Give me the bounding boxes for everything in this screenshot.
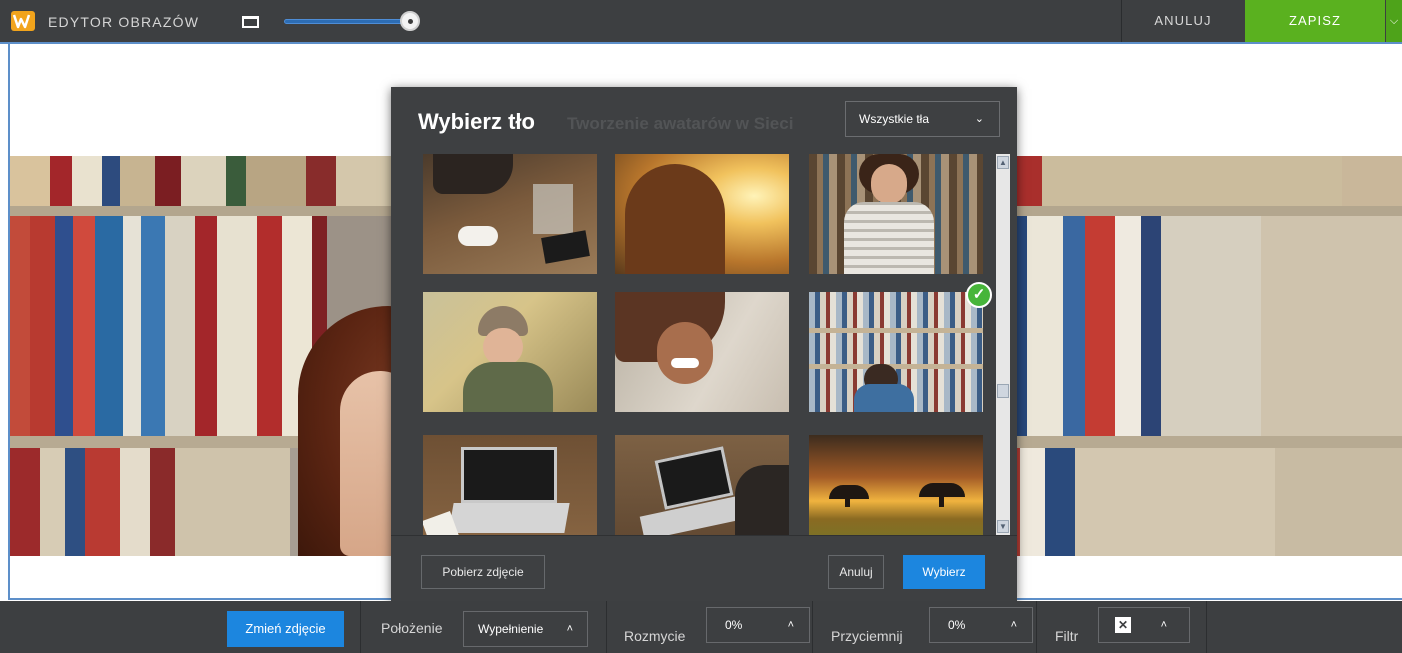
no-filter-icon: ✕ [1115, 617, 1131, 633]
cafe-table-photo[interactable] [423, 154, 597, 274]
background-category-select[interactable]: Wszystkie tła ⌄ [845, 101, 1000, 137]
zoom-slider-handle[interactable] [400, 11, 420, 31]
choose-button[interactable]: Wybierz [903, 555, 985, 589]
editor-top-bar: EDYTOR OBRAZÓW ANULUJ ZAPISZ ⌵ [0, 0, 1402, 44]
save-button[interactable]: ZAPISZ [1245, 0, 1385, 42]
image-settings-toolbar: Zmień zdjęcie Położenie Wypełnienie ˄ Ro… [0, 601, 1402, 653]
change-photo-button[interactable]: Zmień zdjęcie [227, 611, 344, 647]
laptop-desk-photo[interactable] [423, 435, 597, 535]
selected-check-icon: ✓ [966, 282, 992, 308]
sunset-field-woman-photo[interactable] [615, 154, 789, 274]
scroll-down-arrow-icon[interactable]: ▼ [997, 520, 1009, 533]
blur-stepper[interactable]: 0% ˄ [706, 607, 810, 643]
filter-select[interactable]: ✕ ˄ [1098, 607, 1190, 643]
save-options-chevron-icon[interactable]: ⌵ [1386, 0, 1402, 42]
toolbar-divider [360, 601, 361, 653]
scroll-up-arrow-icon[interactable]: ▲ [997, 156, 1009, 169]
app-title: EDYTOR OBRAZÓW [48, 14, 200, 30]
savanna-sunset-photo[interactable] [809, 435, 983, 535]
gallery-scrollbar[interactable]: ▲ ▼ [996, 154, 1010, 535]
dialog-cancel-button[interactable]: Anuluj [828, 555, 884, 589]
filter-label: Filtr [1055, 628, 1079, 644]
chevron-up-icon[interactable]: ˄ [1161, 608, 1167, 642]
position-label: Położenie [381, 620, 443, 636]
laughing-woman-hair-photo[interactable] [615, 292, 789, 412]
w-logo-icon [11, 11, 35, 31]
cancel-button[interactable]: ANULUJ [1121, 0, 1244, 42]
library-reading-photo[interactable] [809, 292, 983, 412]
blur-value: 0% [725, 618, 743, 632]
choose-background-dialog: Tworzenie awatarów w Sieci Wybierz tło W… [391, 87, 1017, 601]
typing-laptop-photo[interactable] [615, 435, 789, 535]
dialog-footer: Pobierz zdjęcie Anuluj Wybierz [391, 535, 1017, 601]
zoom-slider[interactable] [284, 19, 409, 24]
chevron-down-icon: ⌄ [974, 113, 984, 125]
toolbar-divider [1036, 601, 1037, 653]
download-photo-button[interactable]: Pobierz zdjęcie [421, 555, 545, 589]
toolbar-divider [606, 601, 607, 653]
scrollbar-thumb[interactable] [997, 384, 1009, 398]
background-category-value: Wszystkie tła [859, 112, 930, 126]
darken-label: Przyciemnij [831, 628, 903, 644]
background-caption: Tworzenie awatarów w Sieci [567, 114, 794, 133]
position-value: Wypełnienie [478, 622, 544, 636]
dialog-title: Wybierz tło [418, 109, 535, 134]
library-woman-smiling-photo[interactable] [809, 154, 983, 274]
chevron-up-icon[interactable]: ˄ [1011, 608, 1017, 642]
autumn-woman-hat-photo[interactable] [423, 292, 597, 412]
darken-value: 0% [948, 618, 966, 632]
toolbar-divider [812, 601, 813, 653]
toolbar-divider [1206, 601, 1207, 653]
blur-label: Rozmycie [624, 628, 686, 644]
crop-icon[interactable] [242, 16, 259, 28]
darken-stepper[interactable]: 0% ˄ [929, 607, 1033, 643]
background-gallery [391, 154, 1017, 535]
chevron-up-icon: ˄ [566, 623, 573, 635]
chevron-up-icon[interactable]: ˄ [788, 608, 794, 642]
position-select[interactable]: Wypełnienie ˄ [463, 611, 588, 647]
